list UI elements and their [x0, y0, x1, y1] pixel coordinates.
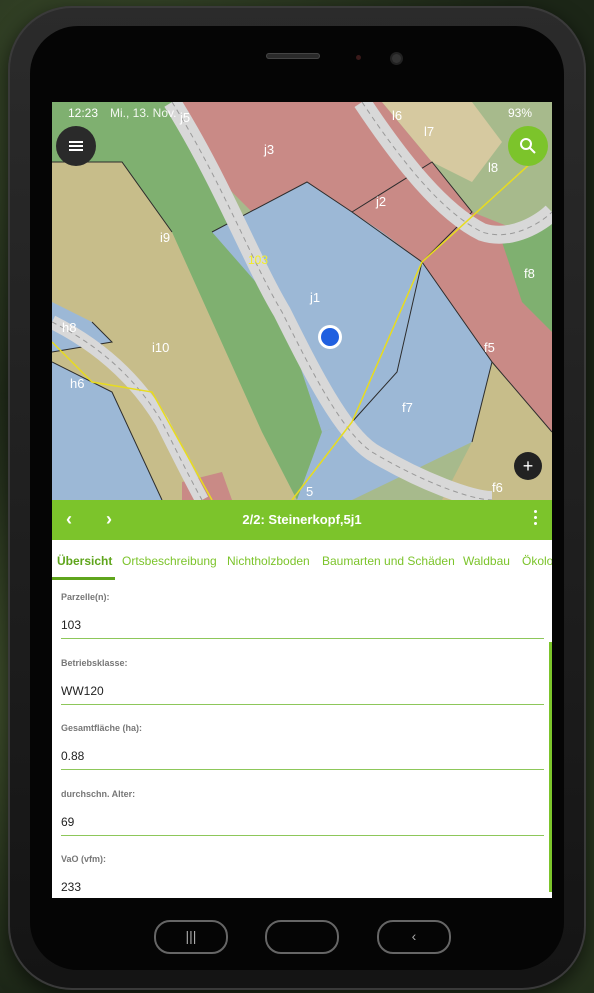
field-alter[interactable]: durchschn. Alter: 69 [61, 789, 544, 836]
field-value[interactable]: WW120 [61, 684, 544, 698]
tab-baumarten[interactable]: Baumarten und Schäden [322, 554, 455, 568]
field-underline [61, 835, 544, 836]
tab-waldbau[interactable]: Waldbau [463, 554, 510, 568]
status-bar: 12:23 Mi., 13. Nov. 93% [52, 102, 552, 124]
kebab-icon [534, 510, 537, 513]
field-label: durchschn. Alter: [61, 789, 136, 799]
parcel-number-label: 103 [248, 253, 268, 267]
detail-toolbar: ‹ › 2/2: Steinerkopf,5j1 [52, 500, 552, 540]
field-label: Betriebsklasse: [61, 658, 128, 668]
map-label-l8: l8 [488, 160, 498, 175]
field-gesamtflaeche[interactable]: Gesamtfläche (ha): 0.88 [61, 723, 544, 770]
forest-stand-map[interactable]: j5 j3 j2 j1 i9 i10 h8 h6 f6 f7 f5 f8 l6 … [52, 102, 552, 500]
map-label-h6: h6 [70, 376, 84, 391]
map-label-l7: l7 [424, 124, 434, 139]
field-vao[interactable]: VaO (vfm): 233 [61, 854, 544, 898]
field-underline [61, 638, 544, 639]
map-label-j2: j2 [375, 194, 386, 209]
front-camera [392, 54, 401, 63]
search-icon [520, 138, 536, 154]
menu-icon [69, 141, 83, 151]
map-label-j3: j3 [263, 142, 274, 157]
menu-button[interactable] [56, 126, 96, 166]
map-label-j1: j1 [309, 290, 320, 305]
field-underline [61, 769, 544, 770]
map-label-f5: f5 [484, 340, 495, 355]
map-label-f6: f6 [492, 480, 503, 495]
zoom-in-button[interactable]: + [514, 452, 542, 480]
overview-form: Parzelle(n): 103 Betriebsklasse: WW120 G… [52, 580, 552, 898]
location-dot-icon [318, 325, 342, 349]
field-betriebsklasse[interactable]: Betriebsklasse: WW120 [61, 658, 544, 705]
more-options-button[interactable] [534, 510, 538, 528]
field-label: Parzelle(n): [61, 592, 110, 602]
field-label: Gesamtfläche (ha): [61, 723, 143, 733]
stand-title: 2/2: Steinerkopf,5j1 [242, 512, 362, 527]
recent-apps-button[interactable]: ||| [154, 920, 228, 954]
map-label-5: 5 [306, 484, 313, 499]
map-view[interactable]: j5 j3 j2 j1 i9 i10 h8 h6 f6 f7 f5 f8 l6 … [52, 102, 552, 500]
field-underline [61, 704, 544, 705]
proximity-sensor [356, 55, 361, 60]
map-label-i10: i10 [152, 340, 169, 355]
app-screen: j5 j3 j2 j1 i9 i10 h8 h6 f6 f7 f5 f8 l6 … [52, 102, 552, 898]
map-label-f8: f8 [524, 266, 535, 281]
system-navigation-bar: ||| ‹ [52, 898, 552, 978]
map-label-i9: i9 [160, 230, 170, 245]
map-label-h8: h8 [62, 320, 76, 335]
tab-oekologie[interactable]: Ökolo [522, 554, 552, 568]
tab-ortsbeschreibung[interactable]: Ortsbeschreibung [122, 554, 217, 568]
field-value[interactable]: 0.88 [61, 749, 544, 763]
plus-icon: + [522, 456, 534, 476]
tab-bar: Übersicht Ortsbeschreibung Nichtholzbode… [52, 540, 552, 580]
field-label: VaO (vfm): [61, 854, 107, 864]
status-battery: 93% [507, 106, 532, 120]
back-button[interactable]: ‹ [377, 920, 451, 954]
search-button[interactable] [508, 126, 548, 166]
field-value[interactable]: 69 [61, 815, 544, 829]
status-date: Mi., 13. Nov. [110, 106, 177, 120]
earpiece-speaker [266, 53, 320, 59]
back-icon: ‹ [411, 928, 417, 944]
field-value[interactable]: 103 [61, 618, 544, 632]
home-button[interactable] [265, 920, 339, 954]
form-scrollbar[interactable] [549, 642, 552, 892]
recent-apps-icon: ||| [185, 928, 197, 944]
field-value[interactable]: 233 [61, 880, 544, 894]
map-label-f7: f7 [402, 400, 413, 415]
status-time: 12:23 [68, 106, 99, 120]
field-parzelle[interactable]: Parzelle(n): 103 [61, 592, 544, 639]
tab-uebersicht[interactable]: Übersicht [57, 554, 112, 568]
tab-nichtholzboden[interactable]: Nichtholzboden [227, 554, 310, 568]
